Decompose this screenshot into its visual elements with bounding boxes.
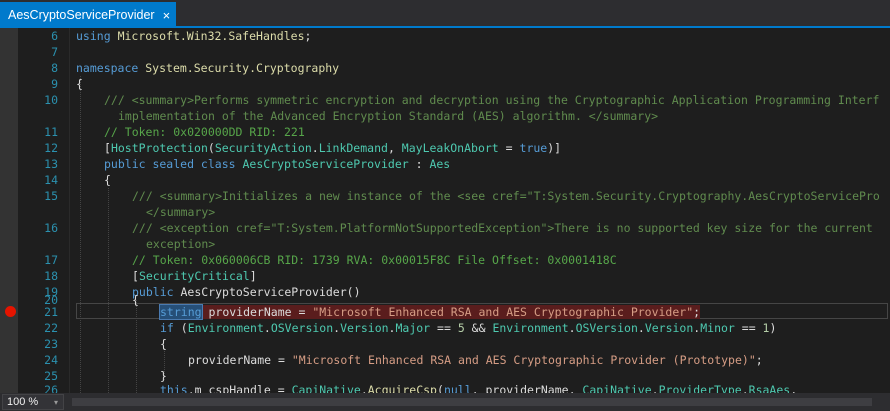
code-line[interactable]: namespace System.Security.Cryptography [76, 60, 339, 76]
code-line[interactable]: public sealed class AesCryptoServiceProv… [104, 156, 450, 172]
horizontal-scrollbar[interactable] [66, 395, 890, 409]
line-number: 8 [51, 61, 58, 75]
tab-title: AesCryptoServiceProvider [8, 8, 155, 22]
document-tab[interactable]: AesCryptoServiceProvider × [0, 2, 177, 28]
line-number: 15 [44, 189, 58, 203]
line-number: 14 [44, 173, 58, 187]
breakpoint-statement[interactable]: string providerName = "Microsoft Enhance… [159, 304, 701, 320]
line-number: 18 [44, 269, 58, 283]
zoom-select[interactable]: 100 % ▾ [2, 394, 64, 410]
line-number: 16 [44, 221, 58, 235]
selected-token: string [159, 304, 203, 320]
code-line[interactable]: using Microsoft.Win32.SafeHandles; [76, 28, 311, 44]
line-number: 10 [44, 93, 58, 107]
code-line[interactable]: this.m_cspHandle = CapiNative.AcquireCsp… [160, 382, 797, 393]
doc-comment[interactable]: /// <summary>Performs symmetric encrypti… [104, 92, 879, 108]
code-line[interactable]: [HostProtection(SecurityAction.LinkDeman… [104, 140, 561, 156]
code-line[interactable]: { [160, 336, 167, 352]
scrollbar-thumb[interactable] [72, 398, 872, 406]
close-icon[interactable]: × [163, 9, 171, 22]
code-line[interactable]: providerName = "Microsoft Enhanced RSA a… [188, 352, 763, 368]
editor-status-bar: 100 % ▾ [0, 393, 890, 411]
code-line[interactable]: [SecurityCritical] [132, 268, 257, 284]
line-number: 22 [44, 321, 58, 335]
line-number: 7 [51, 45, 58, 59]
doc-comment[interactable]: /// <exception cref="T:System.PlatformNo… [132, 220, 873, 236]
line-number: 9 [51, 77, 58, 91]
line-number: 17 [44, 253, 58, 267]
comment[interactable]: // Token: 0x060006CB RID: 1739 RVA: 0x00… [132, 252, 617, 268]
doc-comment[interactable]: exception> [146, 236, 215, 252]
code-line[interactable]: { [132, 292, 139, 308]
line-number: 24 [44, 353, 58, 367]
document-tab-bar: AesCryptoServiceProvider × [0, 0, 890, 28]
line-number: 26 [44, 383, 58, 393]
line-number: 6 [51, 29, 58, 43]
zoom-value: 100 % [7, 396, 39, 408]
code-editor[interactable]: 6 7 8 9 10 11 12 13 14 15 16 17 18 19 20… [0, 28, 890, 393]
line-number: 21 [44, 305, 58, 319]
code-line[interactable]: { [104, 172, 111, 188]
code-line[interactable]: public AesCryptoServiceProvider() [132, 284, 361, 300]
line-number: 12 [44, 141, 58, 155]
chevron-down-icon[interactable]: ▾ [49, 395, 63, 409]
line-number: 11 [44, 125, 58, 139]
doc-comment[interactable]: implementation of the Advanced Encryptio… [118, 108, 658, 124]
doc-comment[interactable]: /// <summary>Initializes a new instance … [132, 188, 880, 204]
comment[interactable]: // Token: 0x020000DD RID: 221 [104, 124, 305, 140]
line-number: 13 [44, 157, 58, 171]
line-number: 23 [44, 337, 58, 351]
code-line[interactable]: if (Environment.OSVersion.Version.Major … [160, 320, 776, 336]
code-line[interactable]: { [76, 76, 83, 92]
doc-comment[interactable]: </summary> [146, 204, 215, 220]
